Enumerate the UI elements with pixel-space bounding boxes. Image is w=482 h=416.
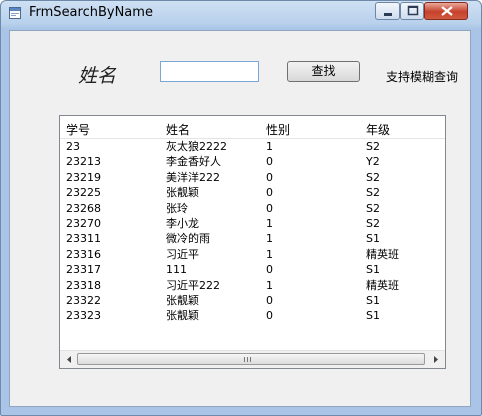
cell-name: 张玲 <box>166 201 188 215</box>
list-rows: 23 灰太狼2222 1 S2 23213 李金香好人 0 Y2 23219 美洋洋222 0 S2 2… <box>60 139 445 324</box>
cell-name: 111 <box>166 263 187 277</box>
cell-student-id: 23317 <box>66 263 101 277</box>
cell-gender: 1 <box>266 278 273 292</box>
cell-student-id: 23316 <box>66 247 101 261</box>
cell-gender: 0 <box>266 309 273 323</box>
minimize-icon <box>384 13 392 16</box>
cell-student-id: 23268 <box>66 201 101 215</box>
cell-grade: 精英班 <box>366 247 399 261</box>
cell-grade: S1 <box>366 309 380 323</box>
cell-name: 美洋洋222 <box>166 170 220 184</box>
app-window: FrmSearchByName 姓名 查找 支持模糊查询 学号 姓名 性别 年级… <box>0 0 482 416</box>
cell-grade: S2 <box>366 186 380 200</box>
cell-student-id: 23 <box>66 140 80 153</box>
table-row[interactable]: 23317 111 0 S1 <box>60 262 445 277</box>
cell-name: 张靓颖 <box>166 309 199 323</box>
table-row[interactable]: 23219 美洋洋222 0 S2 <box>60 170 445 185</box>
cell-name: 灰太狼2222 <box>166 140 227 153</box>
list-header: 学号 姓名 性别 年级 <box>60 116 445 139</box>
maximize-icon <box>407 5 419 16</box>
cell-grade: S1 <box>366 293 380 307</box>
column-header-grade[interactable]: 年级 <box>366 121 390 138</box>
close-icon <box>441 6 453 16</box>
student-list[interactable]: 学号 姓名 性别 年级 23 灰太狼2222 1 S2 23213 李金香好人 0 Y2 232… <box>59 115 446 369</box>
cell-student-id: 23323 <box>66 309 101 323</box>
cell-name: 张靓颖 <box>166 293 199 307</box>
table-row[interactable]: 23318 习近平222 1 精英班 <box>60 278 445 293</box>
cell-grade: Y2 <box>366 155 380 169</box>
scrollbar-thumb[interactable] <box>77 353 425 365</box>
arrow-right-icon[interactable] <box>431 354 441 365</box>
cell-grade: S2 <box>366 140 380 153</box>
cell-grade: S2 <box>366 201 380 215</box>
arrow-left-icon[interactable] <box>64 354 74 365</box>
column-header-name[interactable]: 姓名 <box>166 121 190 138</box>
cell-student-id: 23322 <box>66 293 101 307</box>
form-client-area: 姓名 查找 支持模糊查询 学号 姓名 性别 年级 23 灰太狼2222 1 S2 232… <box>9 30 471 407</box>
cell-grade: S2 <box>366 216 380 230</box>
cell-student-id: 23311 <box>66 232 101 246</box>
name-label: 姓名 <box>78 65 117 87</box>
form-icon <box>9 7 21 19</box>
table-row[interactable]: 23322 张靓颖 0 S1 <box>60 293 445 308</box>
cell-grade: 精英班 <box>366 278 399 292</box>
horizontal-scrollbar[interactable] <box>60 350 445 368</box>
column-header-student-id[interactable]: 学号 <box>66 121 90 138</box>
cell-gender: 0 <box>266 263 273 277</box>
column-header-gender[interactable]: 性别 <box>266 121 290 138</box>
grip-icon <box>244 357 251 362</box>
cell-gender: 0 <box>266 293 273 307</box>
name-input[interactable] <box>160 61 259 82</box>
cell-name: 张靓颖 <box>166 186 199 200</box>
window-title: FrmSearchByName <box>29 5 153 20</box>
cell-student-id: 23270 <box>66 216 101 230</box>
cell-name: 李小龙 <box>166 216 199 230</box>
cell-gender: 0 <box>266 186 273 200</box>
cell-grade: S2 <box>366 170 380 184</box>
table-row[interactable]: 23311 微冷的雨 1 S1 <box>60 231 445 246</box>
fuzzy-search-hint: 支持模糊查询 <box>386 70 459 84</box>
cell-gender: 1 <box>266 140 273 153</box>
search-button[interactable]: 查找 <box>287 61 360 82</box>
cell-student-id: 23318 <box>66 278 101 292</box>
title-bar[interactable]: FrmSearchByName <box>1 1 481 25</box>
table-row[interactable]: 23316 习近平 1 精英班 <box>60 247 445 262</box>
table-row[interactable]: 23225 张靓颖 0 S2 <box>60 185 445 200</box>
cell-name: 微冷的雨 <box>166 232 210 246</box>
table-row[interactable]: 23268 张玲 0 S2 <box>60 201 445 216</box>
cell-name: 李金香好人 <box>166 155 221 169</box>
minimize-button[interactable] <box>375 2 400 20</box>
cell-gender: 0 <box>266 155 273 169</box>
cell-gender: 0 <box>266 201 273 215</box>
cell-student-id: 23213 <box>66 155 101 169</box>
cell-name: 习近平222 <box>166 278 220 292</box>
cell-student-id: 23225 <box>66 186 101 200</box>
table-row[interactable]: 23213 李金香好人 0 Y2 <box>60 154 445 169</box>
cell-gender: 0 <box>266 170 273 184</box>
maximize-button[interactable] <box>400 2 424 20</box>
cell-gender: 1 <box>266 232 273 246</box>
cell-gender: 1 <box>266 216 273 230</box>
table-row[interactable]: 23270 李小龙 1 S2 <box>60 216 445 231</box>
table-row[interactable]: 23 灰太狼2222 1 S2 <box>60 139 445 154</box>
cell-name: 习近平 <box>166 247 199 261</box>
cell-gender: 1 <box>266 247 273 261</box>
cell-grade: S1 <box>366 263 380 277</box>
table-row[interactable]: 23323 张靓颖 0 S1 <box>60 308 445 323</box>
cell-student-id: 23219 <box>66 170 101 184</box>
close-button[interactable] <box>424 2 468 20</box>
cell-grade: S1 <box>366 232 380 246</box>
